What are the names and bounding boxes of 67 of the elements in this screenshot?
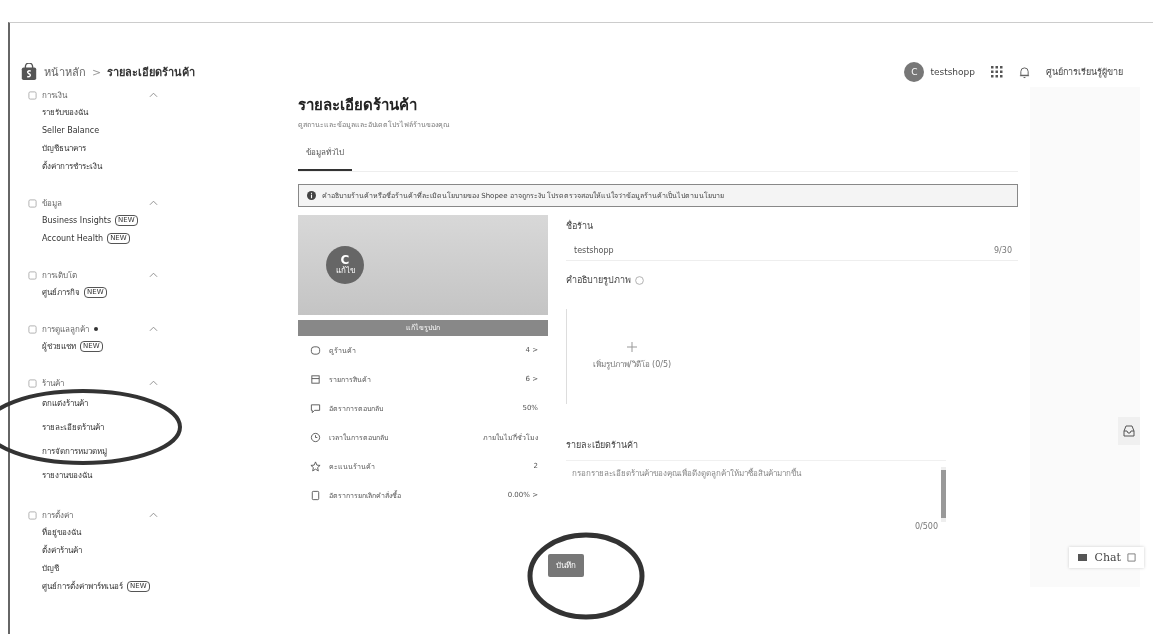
sidebar-item[interactable]: Account Health xyxy=(42,233,104,243)
section-icon xyxy=(28,198,37,208)
sidebar-item[interactable]: ศูนย์การตั้งค่าพาร์ทเนอร์ xyxy=(42,579,123,593)
inbox-button[interactable] xyxy=(1118,417,1140,445)
breadcrumb-separator: > xyxy=(92,65,102,79)
upload-hint: เพิ่มรูปภาพ/วิดีโอ (0/5) xyxy=(592,358,672,371)
chat-button[interactable]: Chat xyxy=(1094,551,1121,564)
chevron-icon[interactable] xyxy=(149,200,158,206)
avatar-edit-label[interactable]: แก้ไข xyxy=(335,267,355,276)
sidebar-item[interactable]: บัญชี xyxy=(42,561,59,575)
breadcrumb-current: รายละเอียดร้านค้า xyxy=(107,65,196,81)
sidebar-section-title[interactable]: การเติบโต xyxy=(42,268,77,282)
section-icon xyxy=(28,510,37,520)
chat-icon xyxy=(1076,551,1089,564)
character-count: 9/30 xyxy=(994,246,1012,255)
chevron-icon[interactable] xyxy=(149,326,158,332)
shop-bag-icon xyxy=(20,63,38,81)
learning-center-link[interactable]: ศูนย์การเรียนรู้ผู้ขาย xyxy=(1046,65,1123,79)
tab[interactable]: ข้อมูลทั่วไป xyxy=(298,140,352,171)
sidebar-item[interactable]: ตั้งค่าการชำระเงิน xyxy=(42,159,102,173)
page-title: รายละเอียดร้านค้า xyxy=(298,95,418,116)
sidebar-item[interactable]: รายรับของฉัน xyxy=(42,105,88,119)
username[interactable]: testshopp xyxy=(930,67,975,77)
image-upload-area[interactable]: เพิ่มรูปภาพ/วิดีโอ (0/5) xyxy=(566,309,697,404)
sidebar-item[interactable]: ตั้งค่าร้านค้า xyxy=(42,543,82,557)
apps-grid-icon[interactable] xyxy=(991,66,1003,78)
section-icon xyxy=(28,90,37,100)
sidebar-item[interactable]: Seller Balance xyxy=(42,125,100,135)
box-icon xyxy=(310,373,321,385)
section-icon xyxy=(28,270,37,280)
sidebar-item[interactable]: รายละเอียดร้านค้า xyxy=(42,420,104,434)
sidebar-section-title[interactable]: ร้านค้า xyxy=(42,376,64,390)
sidebar-item[interactable]: ผู้ช่วยแชท xyxy=(42,339,76,353)
sidebar-item[interactable]: ศูนย์ภารกิจ xyxy=(42,285,80,299)
scrollbar[interactable] xyxy=(941,467,946,522)
section-icon xyxy=(28,378,37,388)
field-label: คำอธิบายรูปภาพ xyxy=(566,274,631,287)
character-count: 0/500 xyxy=(914,522,938,531)
sidebar-section-title[interactable]: การเงิน xyxy=(42,88,67,102)
breadcrumb-link[interactable]: หน้าหลัก xyxy=(44,63,86,81)
chevron-icon[interactable] xyxy=(149,512,158,518)
field-label: รายละเอียดร้านค้า xyxy=(566,439,639,452)
notification-bell-icon[interactable] xyxy=(1019,65,1030,79)
sidebar-section-title[interactable]: ข้อมูล xyxy=(42,196,62,210)
sidebar-item[interactable]: Business Insights xyxy=(42,215,112,225)
field-label: ชื่อร้าน xyxy=(566,219,594,233)
sidebar-section-title[interactable]: การตั้งค่า xyxy=(42,508,73,522)
document-icon xyxy=(310,489,321,501)
chevron-icon[interactable] xyxy=(149,380,158,386)
sidebar-section-title[interactable]: การดูแลลูกค้า xyxy=(42,322,89,336)
save-button[interactable]: บันทึก xyxy=(548,554,584,577)
chevron-icon[interactable] xyxy=(149,272,158,278)
plus-icon xyxy=(627,342,637,352)
sidebar-item[interactable]: ตกแต่งร้านค้า xyxy=(42,396,88,410)
section-icon xyxy=(28,324,37,334)
clock-icon xyxy=(310,431,321,443)
user-avatar[interactable]: C xyxy=(904,62,925,82)
sidebar-item[interactable]: บัญชีธนาคาร xyxy=(42,141,86,155)
info-icon xyxy=(307,191,316,200)
sidebar-item[interactable]: การจัดการหมวดหมู่ xyxy=(42,444,107,458)
sidebar-item[interactable]: รายงานของฉัน xyxy=(42,468,92,482)
chevron-icon[interactable] xyxy=(149,92,158,98)
expand-icon[interactable] xyxy=(1127,553,1136,562)
chat-bubble-icon xyxy=(310,402,321,414)
star-icon xyxy=(310,460,321,472)
inbox-icon xyxy=(1122,424,1136,438)
sidebar-item[interactable]: ที่อยู่ของฉัน xyxy=(42,525,81,539)
